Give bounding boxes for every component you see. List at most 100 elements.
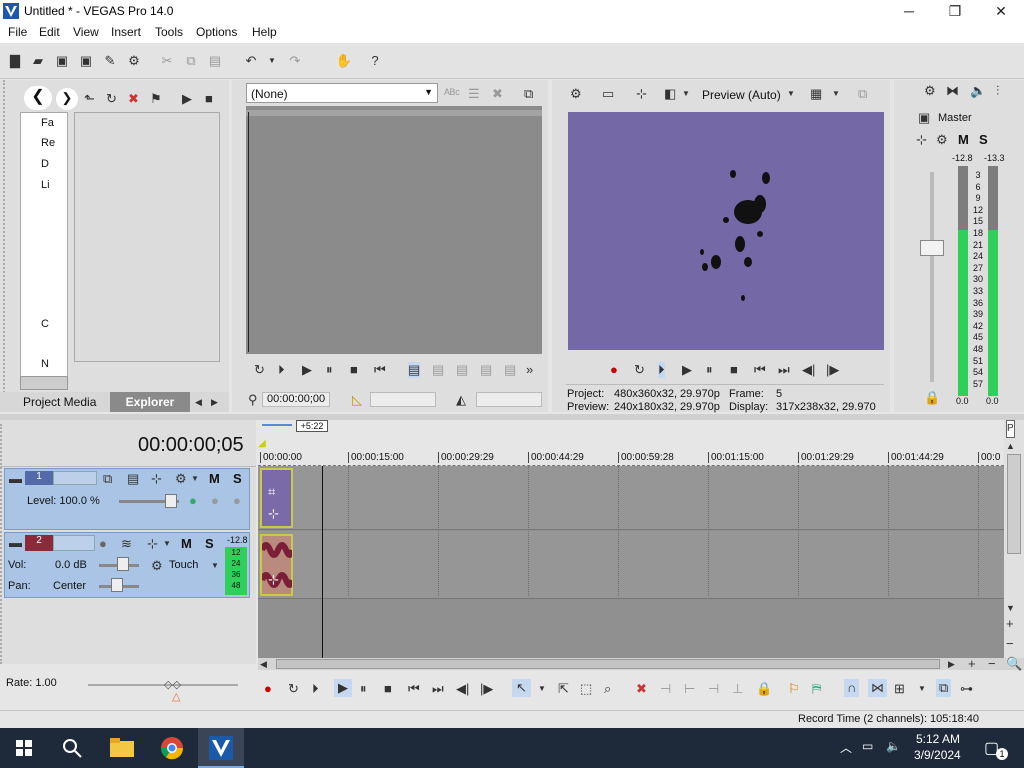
file-explorer-icon[interactable] [110,738,134,758]
out-point-icon[interactable]: ◭ [456,392,466,408]
preview-play-icon[interactable]: ▶ [682,362,692,378]
tray-chevron-icon[interactable]: ︿ [840,739,852,756]
motion-icon[interactable]: ▤ [127,471,139,487]
ripple-edit-icon[interactable]: ⊞ [894,681,905,697]
tab-explorer[interactable]: Explorer [110,392,190,412]
audio-track-lane[interactable] [258,531,1004,599]
automation-gear-icon[interactable]: ⚙ [151,558,163,574]
go-to-start-icon[interactable]: ⏮ [754,362,766,378]
track-name-field[interactable] [53,471,97,485]
file-list[interactable] [74,112,220,362]
event-grouping-icon[interactable]: ⊶ [960,681,973,697]
grid-icon[interactable]: ▦ [810,86,822,102]
selection-edit-tool-icon[interactable]: ⬚ [580,681,592,697]
play-start-marker-icon[interactable]: ◢ [258,438,266,449]
fx-dropdown-icon[interactable]: ▼ [163,536,171,552]
time-ruler[interactable]: +5:22 ◢ 00:00:00 00:00:15:00 00:00:29:29 00… [258,420,1004,466]
network-icon[interactable]: ▭ [862,739,873,753]
volume-icon[interactable]: 🔈 [886,739,901,753]
zoom-out-vertical-icon[interactable]: − [1006,636,1014,652]
audio-track-header[interactable]: ▬ 2 ● ≋ ⊹ ▼ M S -12.8 12 24 36 48 Vol: 0… [4,532,250,598]
track-gear-dropdown-icon[interactable]: ▼ [191,471,199,487]
external-monitor-icon[interactable]: ▭ [602,86,614,102]
previous-frame-icon[interactable]: ◀| [802,362,815,378]
menu-file[interactable]: File [8,25,27,39]
tree-item-computer[interactable]: C [41,318,49,330]
zoom-tool-icon[interactable]: 🔍 [1006,656,1022,672]
track-fx-icon[interactable]: ⊹ [147,536,158,552]
preview-quality[interactable]: Preview (Auto) [702,88,781,102]
audio-event[interactable]: ⊹ [260,534,293,596]
fit-icon[interactable]: ▤ [480,362,492,378]
out-point-field[interactable] [476,392,542,407]
invert-phase-icon[interactable]: ≋ [121,536,132,552]
clock-date[interactable]: 3/9/2024 [914,748,961,762]
quality-dropdown-icon[interactable]: ▼ [787,86,795,102]
master-fader-handle[interactable] [920,240,944,256]
menu-help[interactable]: Help [252,25,277,39]
automation-mode[interactable]: Touch [169,559,198,571]
video-frame[interactable] [568,112,884,350]
master-fx-icon[interactable]: ⊹ [916,132,927,148]
close-button[interactable]: ✕ [978,0,1024,23]
rate-slider-handle[interactable]: ◇◇ [164,678,188,691]
menu-tools[interactable]: Tools [155,25,183,39]
insert-icon[interactable]: ▤ [432,362,444,378]
zoom-edit-tool-icon[interactable]: ⌕ [604,681,611,697]
speaker-icon[interactable]: 🔈 [970,83,986,99]
menu-view[interactable]: View [73,25,99,39]
timeline-cursor[interactable] [322,466,323,658]
loop-icon[interactable]: ↻ [254,362,265,378]
vegas-taskbar-item[interactable] [198,728,244,768]
copy-icon[interactable]: ⧉ [182,52,200,70]
tree-horizontal-scrollbar[interactable] [20,376,68,390]
video-track-lane[interactable] [258,466,1004,530]
insert-marker-icon[interactable]: ⚐ [788,681,800,697]
composite-icon[interactable]: ⧉ [103,471,112,487]
timeline-vertical-scrollbar[interactable]: P ▲ ▼ + − [1004,420,1024,658]
overlays-icon[interactable]: ◧ [664,86,676,102]
undo-icon[interactable]: ↶ [242,52,260,70]
tree-item-recent[interactable]: Re [41,137,55,149]
record-icon[interactable]: ● [264,681,272,697]
clock-time[interactable]: 5:12 AM [916,732,960,746]
tree-item-libraries[interactable]: Li [41,179,50,191]
track-minimize-icon[interactable]: ▬ [9,535,22,551]
add-favorites-icon[interactable]: ⚑ [150,91,162,107]
previous-frame-icon[interactable]: ◀| [456,681,469,697]
play-from-start-icon[interactable]: ⏵ [278,362,285,378]
arm-record-icon[interactable]: ● [99,536,107,552]
paste-icon[interactable]: ▤ [206,52,224,70]
horizontal-scroll-thumb[interactable] [276,659,940,669]
rate-reset-icon[interactable]: △ [172,690,180,703]
explorer-stop-icon[interactable]: ■ [205,91,213,107]
marker-flag-icon[interactable]: P [1006,420,1015,438]
snapping-magnet-icon[interactable]: ∩ [844,679,860,697]
loop-region[interactable] [262,424,292,426]
track-fx-icon[interactable]: ⊹ [151,471,162,487]
chrome-icon[interactable] [160,736,184,760]
minimize-button[interactable]: ─ [886,0,932,23]
back-icon[interactable]: ❮ [24,86,52,110]
delete-icon[interactable]: ✖ [636,681,647,697]
trimmer-media-select[interactable]: (None) ▼ [246,83,438,103]
up-folder-icon[interactable]: ⬑ [84,91,95,107]
open-folder-icon[interactable]: ▰ [29,52,47,70]
envelope-edit-tool-icon[interactable]: ⇱ [558,681,569,697]
pause-icon[interactable]: ⏸ [360,681,367,697]
trim-end-icon[interactable]: ⊣ [708,681,719,697]
scroll-up-icon[interactable]: ▲ [1006,438,1015,454]
event-fx-icon[interactable]: ⊹ [268,572,279,588]
stop-icon[interactable]: ■ [350,362,358,378]
normal-edit-tool-icon[interactable]: ↖ [512,679,531,697]
in-point-icon[interactable]: ◺ [352,392,362,408]
redo-icon[interactable]: ↷ [286,52,304,70]
menu-edit[interactable]: Edit [39,25,60,39]
enable-snapping-icon[interactable]: ✋ [335,52,353,70]
master-fx-gear-icon[interactable]: ⚙ [936,132,948,148]
project-timecode[interactable]: 00:00:00;05 [138,434,244,457]
event-pan-crop-icon[interactable]: ⌗ [268,484,275,500]
preview-loop-icon[interactable]: ↻ [634,362,645,378]
track-gear-icon[interactable]: ⚙ [175,471,187,487]
abc-icon[interactable]: ᴬᴮᶜ [444,86,460,102]
